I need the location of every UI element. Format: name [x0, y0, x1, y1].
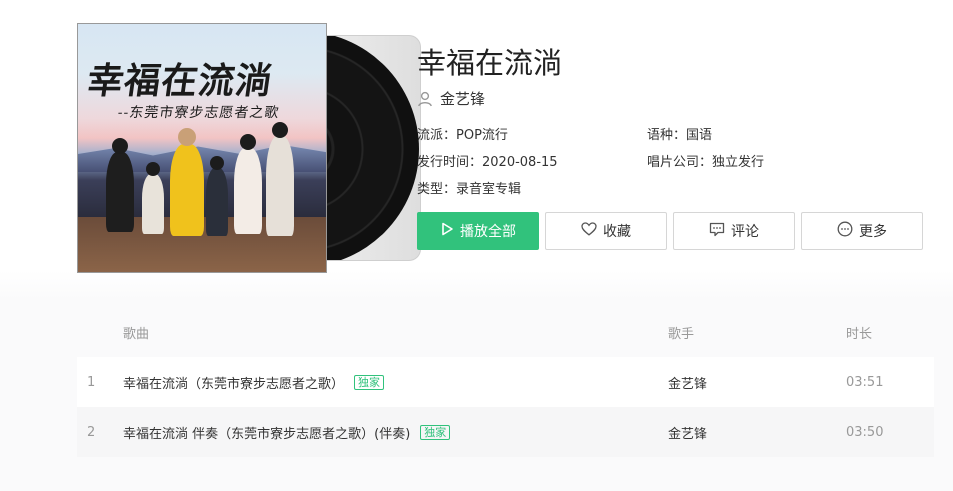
song-singer-link[interactable]: 金艺锋: [668, 423, 707, 442]
play-all-button[interactable]: 播放全部: [417, 212, 539, 250]
song-duration: 03:50: [846, 424, 884, 440]
more-icon: [837, 221, 853, 241]
song-duration: 03:51: [846, 374, 884, 390]
comment-label: 评论: [731, 224, 759, 240]
song-title-link[interactable]: 幸福在流淌（东莞市寮步志愿者之歌）: [123, 373, 344, 392]
artist-name-link[interactable]: 金艺锋: [440, 88, 485, 109]
play-icon: [440, 222, 454, 240]
record-company-meta: 唱片公司：独立发行: [647, 155, 765, 170]
more-label: 更多: [859, 224, 887, 240]
cover-subtitle-text: --东莞市寮步志愿者之歌: [116, 105, 281, 121]
release-date-meta: 发行时间：2020-08-15: [417, 155, 558, 170]
song-row[interactable]: 2 幸福在流淌 伴奏（东莞市寮步志愿者之歌）(伴奏) 独家 金艺锋 03:50: [77, 407, 934, 457]
song-list-header: 歌曲 歌手 时长: [77, 307, 934, 357]
album-title: 幸福在流淌: [417, 46, 563, 80]
header-song: 歌曲: [123, 326, 150, 342]
song-index: 2: [87, 424, 96, 440]
heart-icon: [581, 222, 597, 240]
artist-row[interactable]: 金艺锋: [417, 88, 485, 109]
favorite-label: 收藏: [603, 224, 631, 240]
user-icon: [417, 91, 433, 107]
song-name-cell: 幸福在流淌（东莞市寮步志愿者之歌） 独家: [123, 373, 385, 392]
album-type-meta: 类型：录音室专辑: [417, 182, 522, 197]
favorite-button[interactable]: 收藏: [545, 212, 667, 250]
exclusive-badge: 独家: [420, 424, 451, 440]
album-cover-container: 幸福在流淌 --东莞市寮步志愿者之歌: [77, 23, 421, 273]
song-title-link[interactable]: 幸福在流淌 伴奏（东莞市寮步志愿者之歌）(伴奏): [123, 423, 410, 442]
language-meta: 语种：国语: [647, 128, 713, 143]
header-singer: 歌手: [668, 326, 695, 342]
exclusive-badge: 独家: [354, 374, 385, 390]
album-page: 幸福在流淌 --东莞市寮步志愿者之歌 幸福在流淌 金艺锋 流派：POP流行 语种…: [0, 0, 953, 491]
song-name-cell: 幸福在流淌 伴奏（东莞市寮步志愿者之歌）(伴奏) 独家: [123, 423, 451, 442]
play-all-label: 播放全部: [460, 224, 516, 240]
header-duration: 时长: [846, 326, 873, 342]
comment-icon: [709, 222, 725, 241]
song-row[interactable]: 1 幸福在流淌（东莞市寮步志愿者之歌） 独家 金艺锋 03:51: [77, 357, 934, 407]
song-list: 歌曲 歌手 时长 1 幸福在流淌（东莞市寮步志愿者之歌） 独家 金艺锋 03:5…: [77, 307, 934, 457]
album-cover[interactable]: 幸福在流淌 --东莞市寮步志愿者之歌: [77, 23, 327, 273]
song-index: 1: [87, 374, 96, 390]
cover-title-text: 幸福在流淌: [84, 60, 276, 102]
comment-button[interactable]: 评论: [673, 212, 795, 250]
genre-meta: 流派：POP流行: [417, 128, 508, 143]
more-button[interactable]: 更多: [801, 212, 923, 250]
song-singer-link[interactable]: 金艺锋: [668, 373, 707, 392]
